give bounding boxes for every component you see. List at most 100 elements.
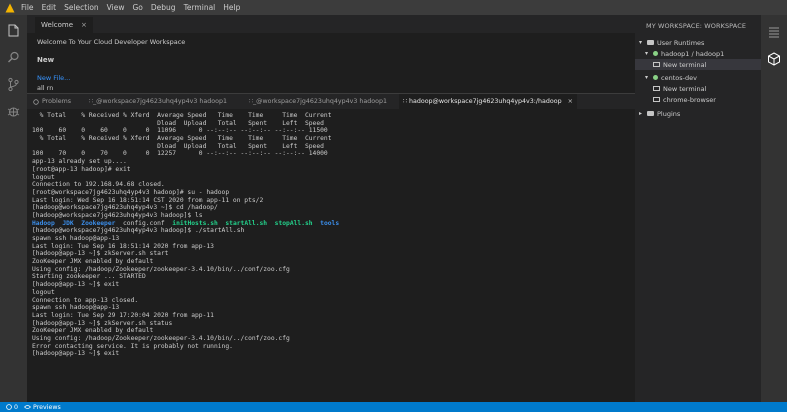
- tab-close-icon[interactable]: ×: [568, 98, 573, 105]
- terminal-text: app-13 already set up....: [32, 158, 127, 166]
- files-icon[interactable]: [6, 23, 21, 38]
- problems-status[interactable]: 0: [6, 404, 18, 411]
- menu-help[interactable]: Help: [223, 3, 240, 12]
- tab-terminal-hadoop[interactable]: ∷ hadoop@workspace7jg4623uhq4yp4v3:/hado…: [399, 94, 577, 109]
- terminal-text: [hadoop@app-13 ~]$ exit: [32, 350, 120, 358]
- chevron-down-icon: ▾: [645, 74, 649, 81]
- terminal-text: Connection to 192.168.94.68 closed.: [32, 181, 165, 189]
- runtime-chrome-browser[interactable]: chrome-browser: [635, 94, 761, 105]
- runtime-hadoop1-label: hadoop1 / hadoop1: [661, 49, 725, 58]
- running-status-icon: [653, 75, 658, 80]
- tab-problems-label: Problems: [42, 98, 72, 105]
- terminal-line: Dload Upload Total Spent Left Speed: [32, 120, 339, 128]
- tab-terminal-hadoop-label: ∷ hadoop@workspace7jg4623uhq4yp4v3:/hado…: [403, 98, 562, 105]
- previews-status[interactable]: Previews: [24, 404, 61, 411]
- terminal-line: 100 60 0 60 0 0 11096 0 --:--:-- --:--:-…: [32, 127, 339, 135]
- terminal-line: Error contacting service. It is probably…: [32, 343, 339, 351]
- terminal-text: % Total % Received % Xferd Average Speed…: [32, 135, 332, 143]
- terminal-line: Last login: Wed Sep 16 18:51:14 CST 2020…: [32, 197, 339, 205]
- user-runtimes-label: User Runtimes: [657, 38, 705, 47]
- terminal-icon: [653, 86, 660, 91]
- menu-terminal[interactable]: Terminal: [184, 3, 216, 12]
- terminal-text: spawn ssh hadoop@app-13: [32, 235, 120, 242]
- new-heading: New: [37, 56, 55, 64]
- terminal-line: Using config: /hadoop/Zookeeper/zookeepe…: [32, 335, 339, 343]
- chevron-down-icon: ▾: [639, 39, 643, 46]
- terminal-text: Dload Upload Total Spent Left Speed: [32, 142, 324, 150]
- ide-window: File Edit Selection View Go Debug Termin…: [0, 0, 787, 412]
- runtime-centos-dev-label: centos-dev: [661, 73, 697, 82]
- terminal-line: [root@workspace7jg4623uhq4yp4v3 hadoop]#…: [32, 189, 339, 197]
- search-icon[interactable]: [6, 50, 21, 65]
- menu-debug[interactable]: Debug: [151, 3, 176, 12]
- terminal-line: [hadoop@workspace7jg4623uhq4yp4v3 hadoop…: [32, 227, 339, 235]
- menu-file[interactable]: File: [21, 3, 34, 12]
- user-runtimes-section[interactable]: ▾ User Runtimes: [635, 37, 761, 48]
- tab-terminal-1-label: ∷_@workspace7jg4623uhq4yp4v3 hadoop1: [89, 98, 227, 105]
- problems-icon: [33, 98, 39, 105]
- plugins-section[interactable]: ▸ Plugins: [635, 108, 761, 119]
- terminal-line: Last login: Tue Sep 16 18:51:14 2020 fro…: [32, 243, 339, 251]
- terminal-line: ZooKeeper JMX enabled by default: [32, 327, 339, 335]
- terminal-line: ZooKeeper JMX enabled by default: [32, 258, 339, 266]
- panel-tab-strip: Problems ∷_@workspace7jg4623uhq4yp4v3 ha…: [27, 93, 635, 109]
- terminal-line: [hadoop@workspace7jg4623uhq4yp4v3 ~]$ cd…: [32, 204, 339, 212]
- terminal-text: tools: [320, 219, 340, 227]
- outline-icon[interactable]: [767, 25, 781, 39]
- terminal-text: config.conf: [123, 219, 173, 227]
- tab-welcome[interactable]: Welcome ×: [35, 17, 93, 33]
- welcome-line[interactable]: all rn: [37, 84, 53, 92]
- activity-bar: [0, 15, 27, 402]
- tab-problems[interactable]: Problems: [33, 94, 71, 109]
- terminal-text: Using config: /hadoop/Zookeeper/zookeepe…: [32, 334, 290, 342]
- tab-terminal-2-label: ∷_@workspace7jg4623uhq4yp4v3 hadoop1: [249, 98, 387, 105]
- workspace-title: MY WORKSPACE: WORKSPACE: [646, 22, 747, 30]
- browser-icon: [653, 97, 660, 102]
- terminal-text: logout: [32, 173, 55, 181]
- new-terminal-label: New terminal: [663, 60, 707, 69]
- terminal-text: Starting zookeeper ... STARTED: [32, 273, 146, 281]
- terminal-line: Last login: Tue Sep 29 17:20:04 2020 fro…: [32, 312, 339, 320]
- debug-icon[interactable]: [6, 104, 21, 119]
- terminal-icon: [653, 62, 660, 67]
- source-control-icon[interactable]: [6, 77, 21, 92]
- welcome-editor: Welcome To Your Cloud Developer Workspac…: [27, 33, 635, 93]
- terminal-line: [hadoop@app-13 ~]$ zkServer.sh start: [32, 250, 339, 258]
- tab-terminal-1[interactable]: ∷_@workspace7jg4623uhq4yp4v3 hadoop1: [89, 94, 227, 109]
- terminal-line: [hadoop@app-13 ~]$ zkServer.sh status: [32, 320, 339, 328]
- plugins-label: Plugins: [657, 109, 681, 118]
- terminal-line: Connection to app-13 closed.: [32, 297, 339, 305]
- runtime-hadoop1-new-terminal[interactable]: New terminal: [635, 59, 761, 70]
- terminal-text: spawn ssh hadoop@app-13: [32, 304, 120, 312]
- terminal-line: logout: [32, 174, 339, 182]
- terminal-line: spawn ssh hadoop@app-13: [32, 235, 339, 243]
- terminal-line: [root@app-13 hadoop]# exit: [32, 166, 339, 174]
- menu-go[interactable]: Go: [132, 3, 142, 12]
- terminal-text: ZooKeeper JMX enabled by default: [32, 258, 154, 266]
- terminal-text: initHosts.sh startAll.sh stopAll.sh: [172, 219, 321, 227]
- editor-tab-strip: Welcome ×: [27, 15, 635, 33]
- terminal-panel[interactable]: % Total % Received % Xferd Average Speed…: [27, 109, 635, 402]
- menu-selection[interactable]: Selection: [64, 3, 99, 12]
- new-file-link[interactable]: New File...: [37, 74, 70, 82]
- runtime-centos-dev[interactable]: ▾ centos-dev: [635, 72, 761, 83]
- terminal-text: Last login: Wed Sep 16 18:51:14 CST 2020…: [32, 196, 264, 204]
- terminal-line: % Total % Received % Xferd Average Speed…: [32, 135, 339, 143]
- terminal-line: app-13 already set up....: [32, 158, 339, 166]
- welcome-title: Welcome To Your Cloud Developer Workspac…: [37, 38, 186, 46]
- workspace-cube-icon[interactable]: [767, 52, 781, 66]
- terminal-text: 100 70 0 70 0 0 12257 0 --:--:-- --:--:-…: [32, 150, 328, 158]
- tab-close-icon[interactable]: ×: [81, 21, 87, 29]
- runtime-hadoop1[interactable]: ▾ hadoop1 / hadoop1: [635, 48, 761, 59]
- terminal-text: [hadoop@app-13 ~]$ zkServer.sh status: [32, 319, 173, 327]
- menu-bar: File Edit Selection View Go Debug Termin…: [0, 0, 787, 15]
- terminal-text: [hadoop@app-13 ~]$ exit: [32, 281, 120, 289]
- folder-icon: [647, 40, 654, 45]
- terminal-line: % Total % Received % Xferd Average Speed…: [32, 112, 339, 120]
- menu-view[interactable]: View: [107, 3, 125, 12]
- terminal-text: Hadoop JDK Zookeeper: [32, 219, 123, 227]
- terminal-text: [hadoop@workspace7jg4623uhq4yp4v3 ~]$ cd…: [32, 204, 218, 212]
- tab-terminal-2[interactable]: ∷_@workspace7jg4623uhq4yp4v3 hadoop1: [249, 94, 387, 109]
- runtime-centos-new-terminal[interactable]: New terminal: [635, 83, 761, 94]
- menu-edit[interactable]: Edit: [42, 3, 57, 12]
